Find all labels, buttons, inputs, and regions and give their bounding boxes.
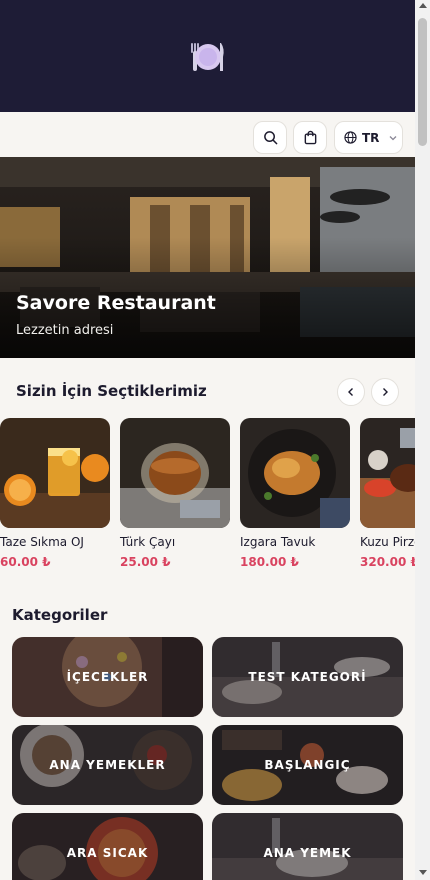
lamb-chops-image bbox=[360, 418, 415, 528]
shopping-bag-icon bbox=[304, 130, 316, 145]
restaurant-plate-icon bbox=[191, 43, 224, 71]
category-label: TEST KATEGORİ bbox=[248, 670, 367, 684]
category-card[interactable]: ARA SICAK bbox=[12, 813, 203, 880]
product-card[interactable]: Türk Çayı 25.00 ₺ bbox=[120, 418, 230, 569]
grilled-chicken-image bbox=[240, 418, 350, 528]
category-card[interactable]: İÇECEKLER bbox=[12, 637, 203, 717]
picks-next-button[interactable] bbox=[371, 378, 399, 406]
turkish-tea-image bbox=[120, 418, 230, 528]
search-icon bbox=[263, 131, 277, 145]
orange-juice-image bbox=[0, 418, 110, 528]
product-name: Kuzu Pirzola bbox=[360, 535, 415, 549]
chevron-right-icon bbox=[383, 388, 388, 396]
product-name: Türk Çayı bbox=[120, 535, 176, 549]
category-label: BAŞLANGIÇ bbox=[264, 758, 351, 772]
product-card[interactable]: Izgara Tavuk 180.00 ₺ bbox=[240, 418, 350, 569]
category-label: ARA SICAK bbox=[66, 846, 149, 860]
category-card[interactable]: ANA YEMEKLER bbox=[12, 725, 203, 805]
scroll-up-arrow-icon[interactable] bbox=[419, 3, 427, 8]
product-price: 320.00 ₺ bbox=[360, 555, 415, 569]
cart-button[interactable] bbox=[293, 121, 327, 154]
chevron-down-icon bbox=[389, 135, 397, 140]
category-card[interactable]: BAŞLANGIÇ bbox=[212, 725, 403, 805]
product-name: Izgara Tavuk bbox=[240, 535, 316, 549]
app-header bbox=[0, 0, 415, 112]
categories-title: Kategoriler bbox=[12, 606, 108, 624]
category-label: ANA YEMEK bbox=[263, 846, 352, 860]
product-price: 60.00 ₺ bbox=[0, 555, 51, 569]
restaurant-name: Savore Restaurant bbox=[16, 292, 216, 314]
product-price: 25.00 ₺ bbox=[120, 555, 171, 569]
category-label: ANA YEMEKLER bbox=[49, 758, 166, 772]
product-name: Taze Sıkma OJ bbox=[0, 535, 84, 549]
picks-title: Sizin İçin Seçtiklerimiz bbox=[16, 382, 207, 400]
category-card[interactable]: TEST KATEGORİ bbox=[212, 637, 403, 717]
product-card[interactable]: Kuzu Pirzola 320.00 ₺ bbox=[360, 418, 415, 578]
product-price: 180.00 ₺ bbox=[240, 555, 299, 569]
search-button[interactable] bbox=[253, 121, 287, 154]
language-code: TR bbox=[362, 130, 380, 145]
globe-icon bbox=[344, 131, 357, 144]
scrollbar-thumb[interactable] bbox=[418, 18, 427, 146]
scroll-down-arrow-icon[interactable] bbox=[419, 870, 427, 875]
chevron-left-icon bbox=[348, 388, 353, 396]
category-label: İÇECEKLER bbox=[66, 670, 149, 684]
restaurant-slogan: Lezzetin adresi bbox=[16, 323, 114, 338]
picks-prev-button[interactable] bbox=[337, 378, 365, 406]
category-card[interactable]: ANA YEMEK bbox=[212, 813, 403, 880]
product-card[interactable]: Taze Sıkma OJ 60.00 ₺ bbox=[0, 418, 110, 569]
language-selector[interactable]: TR bbox=[334, 121, 403, 154]
